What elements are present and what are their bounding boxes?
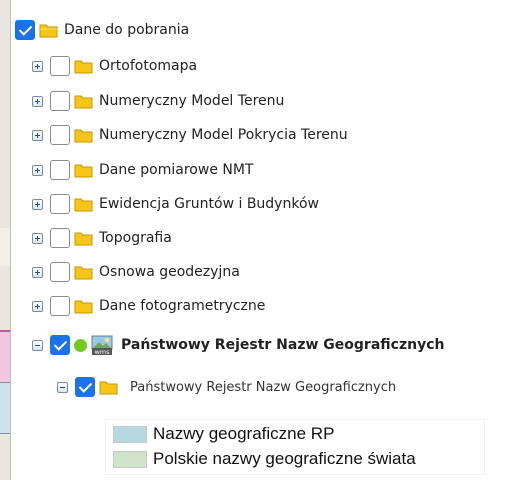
expand-icon[interactable] (32, 300, 43, 312)
expand-icon[interactable] (32, 164, 43, 176)
layer-row-prng-sublayer[interactable]: Państwowy Rejestr Nazw Geograficznych (57, 375, 396, 399)
layer-row-ortofotomapa[interactable]: Ortofotomapa (32, 54, 197, 78)
legend-swatch (113, 450, 147, 468)
expand-icon[interactable] (32, 129, 43, 141)
layer-tree: Dane do pobrania Ortofotomapa Numeryczny… (0, 0, 506, 480)
layer-label: Dane fotogrametryczne (99, 298, 266, 314)
expand-icon[interactable] (32, 198, 43, 210)
layer-label: Ewidencja Gruntów i Budynków (99, 196, 319, 212)
folder-icon (74, 164, 93, 178)
status-indicator-icon (74, 338, 87, 352)
folder-icon (74, 198, 93, 212)
layer-label: Osnowa geodezyjna (99, 264, 240, 280)
layer-row-dane-pomiarowe[interactable]: Dane pomiarowe NMT (32, 158, 254, 182)
layer-checkbox[interactable] (50, 194, 70, 214)
layer-row-topografia[interactable]: Topografia (32, 226, 172, 250)
legend-label: Polskie nazwy geograficzne świata (153, 449, 416, 468)
folder-icon (74, 232, 93, 246)
expand-icon[interactable] (32, 266, 43, 278)
collapse-icon[interactable] (57, 381, 68, 393)
layer-checkbox[interactable] (50, 56, 70, 76)
layer-checkbox[interactable] (50, 91, 70, 111)
layer-row-prng-service[interactable]: wms Państwowy Rejestr Nazw Geograficznyc… (32, 333, 444, 357)
legend-item: Polskie nazwy geograficzne świata (113, 448, 416, 470)
folder-icon (74, 95, 93, 109)
layer-label: Numeryczny Model Pokrycia Terenu (99, 127, 348, 143)
layer-checkbox[interactable] (50, 228, 70, 248)
layer-checkbox[interactable] (50, 125, 70, 145)
expand-icon[interactable] (32, 95, 43, 107)
layer-legend: Nazwy geograficzne RP Polskie nazwy geog… (105, 419, 485, 475)
layer-checkbox[interactable] (50, 335, 70, 355)
folder-icon (99, 381, 118, 395)
folder-icon (74, 300, 93, 314)
layer-row-egib[interactable]: Ewidencja Gruntów i Budynków (32, 192, 319, 216)
folder-icon (74, 266, 93, 280)
layer-label: Topografia (99, 230, 172, 246)
legend-swatch (113, 425, 147, 443)
service-label: Państwowy Rejestr Nazw Geograficznych (121, 337, 445, 353)
expand-icon[interactable] (32, 60, 43, 72)
layer-row-osnowa[interactable]: Osnowa geodezyjna (32, 260, 240, 284)
folder-icon (39, 24, 58, 38)
layer-row-nmt[interactable]: Numeryczny Model Terenu (32, 89, 284, 113)
layer-label: Dane do pobrania (64, 22, 190, 38)
layer-label: Ortofotomapa (99, 58, 198, 74)
legend-item: Nazwy geograficzne RP (113, 423, 334, 445)
layer-row-nmpt[interactable]: Numeryczny Model Pokrycia Terenu (32, 123, 348, 147)
layer-checkbox[interactable] (50, 296, 70, 316)
layer-checkbox[interactable] (75, 377, 95, 397)
layer-checkbox[interactable] (50, 262, 70, 282)
layer-label: Dane pomiarowe NMT (99, 162, 254, 178)
layer-label: Państwowy Rejestr Nazw Geograficznych (130, 379, 397, 395)
layer-row-root[interactable]: Dane do pobrania (15, 18, 189, 42)
layer-checkbox[interactable] (15, 20, 35, 40)
collapse-icon[interactable] (32, 339, 43, 351)
layer-checkbox[interactable] (50, 160, 70, 180)
expand-icon[interactable] (32, 232, 43, 244)
folder-icon (74, 129, 93, 143)
layer-label: Numeryczny Model Terenu (99, 93, 285, 109)
wms-service-icon: wms (91, 335, 113, 355)
folder-icon (74, 60, 93, 74)
layer-row-fotogrametria[interactable]: Dane fotogrametryczne (32, 294, 265, 318)
legend-label: Nazwy geograficzne RP (153, 424, 335, 443)
wms-icon-text: wms (94, 348, 110, 355)
